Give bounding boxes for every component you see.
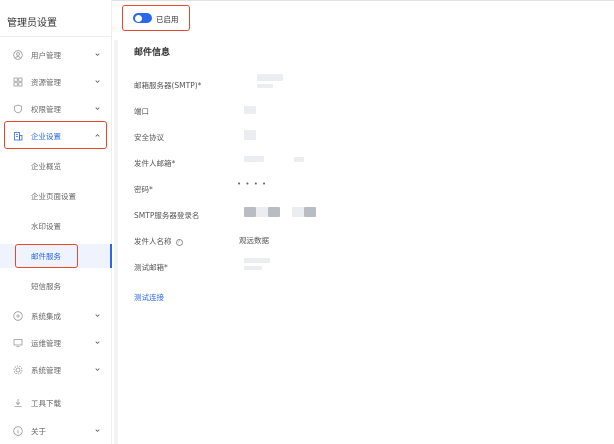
download-icon [14, 399, 22, 407]
sender-name-text: 发件人名称 [134, 237, 172, 246]
sidebar-item-tool-download[interactable]: 工具下载 [0, 391, 112, 415]
sidebar-item-label: 权限管理 [31, 105, 61, 114]
sidebar-item-resource-management[interactable]: 资源管理 [0, 70, 112, 94]
top-border [112, 0, 614, 1]
sidebar-item-permission-management[interactable]: 权限管理 [0, 97, 112, 121]
sidebar-subitem-sms-service[interactable]: 短信服务 [0, 274, 112, 298]
smtp-server-label: 邮箱服务器(SMTP)* [134, 81, 202, 90]
sidebar-subitem-enterprise-overview[interactable]: 企业概览 [0, 154, 112, 178]
sender-email-label: 发件人邮箱* [134, 159, 176, 168]
info-icon [13, 426, 23, 436]
smtp-login-name-field[interactable] [244, 207, 256, 217]
help-icon[interactable]: ? [175, 238, 183, 246]
smtp-server-field-blur [257, 84, 273, 88]
sidebar-item-label: 用户管理 [31, 51, 61, 60]
sender-email-field[interactable] [244, 156, 264, 162]
password-label: 密码* [134, 185, 153, 194]
highlight-email-service [15, 244, 78, 268]
sidebar-item-operations-management[interactable]: 运维管理 [0, 331, 112, 355]
chevron-down-icon [95, 80, 100, 84]
chevron-down-icon [95, 341, 100, 345]
chevron-down-icon [95, 429, 100, 433]
security-protocol-label: 安全协议 [134, 133, 164, 142]
smtp-login-blur [304, 207, 316, 217]
smtp-login-blur [256, 207, 268, 217]
shield-icon [14, 104, 22, 114]
sidebar-item-label: 关于 [31, 427, 46, 436]
monitor-icon [13, 339, 23, 348]
sidebar-item-label: 系统管理 [31, 366, 61, 375]
sidebar: 管理员设置 用户管理 资源管理 权限管理 企业设置 企业概览 企业页面设置 水印… [0, 0, 112, 444]
sidebar-item-user-management[interactable]: 用户管理 [0, 43, 112, 67]
grid-icon [13, 77, 23, 87]
sidebar-item-system-integration[interactable]: 系统集成 [0, 304, 112, 328]
sidebar-subitem-watermark-settings[interactable]: 水印设置 [0, 214, 112, 238]
test-connection-link[interactable]: 测试连接 [134, 292, 164, 303]
sidebar-subitem-label: 企业概览 [31, 162, 61, 171]
security-protocol-select[interactable] [244, 130, 256, 140]
sender-name-value[interactable]: 观远数据 [239, 235, 269, 246]
sidebar-subitem-label: 企业页面设置 [31, 192, 76, 201]
sidebar-title: 管理员设置 [7, 18, 57, 29]
smtp-server-field[interactable] [257, 74, 283, 81]
sidebar-divider [0, 36, 112, 37]
test-email-field[interactable] [244, 258, 270, 263]
user-circle-icon [13, 50, 23, 60]
sidebar-item-label: 运维管理 [31, 339, 61, 348]
test-email-field-blur [244, 266, 262, 270]
smtp-login-blur [292, 207, 304, 217]
section-title: 邮件信息 [134, 48, 171, 58]
port-label: 端口 [134, 107, 149, 116]
password-field[interactable]: • • • • [237, 180, 267, 188]
integration-icon [13, 311, 23, 321]
smtp-login-blur [268, 207, 280, 217]
sidebar-item-label: 系统集成 [31, 312, 61, 321]
sidebar-subitem-enterprise-page-settings[interactable]: 企业页面设置 [0, 184, 112, 208]
sidebar-item-about[interactable]: 关于 [0, 419, 112, 443]
sidebar-item-label: 资源管理 [31, 78, 61, 87]
sender-email-field-blur [294, 157, 304, 162]
sidebar-item-label: 工具下载 [31, 399, 61, 408]
test-email-label: 测试邮箱* [134, 263, 168, 272]
settings-icon [13, 365, 23, 375]
sidebar-subitem-label: 水印设置 [31, 222, 61, 231]
chevron-down-icon [95, 107, 100, 111]
sidebar-subitem-label: 短信服务 [31, 282, 61, 291]
sidebar-scrollbar[interactable] [114, 40, 118, 444]
sender-name-label: 发件人名称? [134, 236, 183, 247]
highlight-enterprise-settings [4, 121, 107, 149]
port-field[interactable] [244, 106, 256, 114]
smtp-login-name-label: SMTP服务器登录名 [134, 211, 200, 220]
sidebar-item-system-management[interactable]: 系统管理 [0, 358, 112, 382]
highlight-toggle [122, 5, 190, 31]
chevron-down-icon [95, 314, 100, 318]
chevron-down-icon [95, 53, 100, 57]
chevron-down-icon [95, 368, 100, 372]
